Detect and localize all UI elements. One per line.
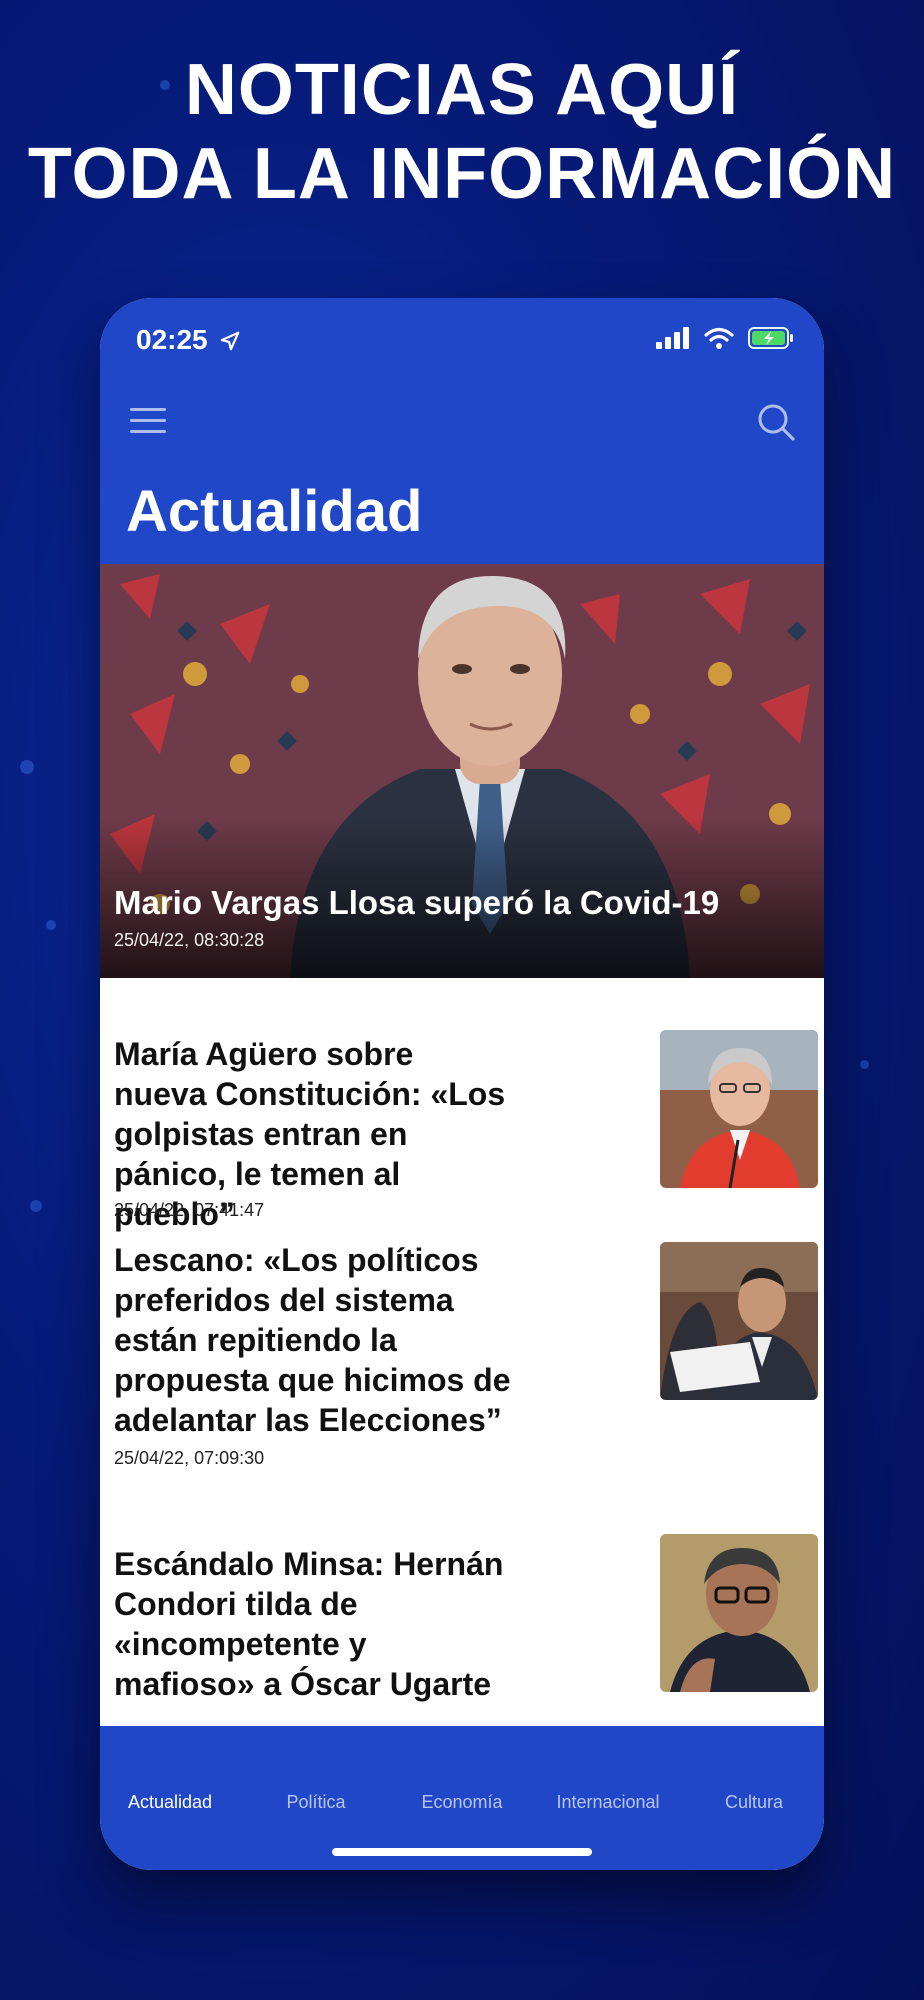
hero-article[interactable]: Mario Vargas Llosa superó la Covid-19 25…: [100, 564, 824, 978]
signal-bars-icon: [656, 327, 689, 349]
promo-headline-line2: TODA LA INFORMACIÓN: [27, 134, 897, 214]
list-item[interactable]: Escándalo Minsa: Hernán Condori tilda de…: [100, 1534, 824, 1726]
phone-screen: 02:25 Actualidad Mario Vargas Llosa supe…: [100, 298, 824, 1870]
app-header: 02:25 Actualidad: [100, 298, 824, 564]
tab-actualidad[interactable]: Actualidad: [100, 1792, 240, 1813]
status-icons: [656, 326, 794, 350]
list-item[interactable]: María Agüero sobre nueva Constitución: «…: [100, 978, 824, 1240]
battery-charging-icon: [748, 327, 793, 349]
article-list[interactable]: María Agüero sobre nueva Constitución: «…: [100, 978, 824, 1726]
wifi-icon: [704, 327, 734, 349]
tab-economia[interactable]: Economía: [392, 1792, 532, 1813]
background-dot: [46, 920, 56, 930]
article-thumbnail[interactable]: [660, 1242, 818, 1400]
article-date: 25/04/22, 07:09:30: [114, 1448, 265, 1468]
hero-title[interactable]: Mario Vargas Llosa superó la Covid-19: [114, 884, 719, 922]
status-time-text: 02:25: [136, 324, 208, 355]
search-icon[interactable]: [756, 402, 796, 442]
promo-headline: NOTICIAS AQUÍ TODA LA INFORMACIÓN: [0, 48, 924, 216]
article-thumbnail[interactable]: [660, 1534, 818, 1692]
article-date: 25/04/22, 07:41:47: [114, 1200, 265, 1220]
article-title[interactable]: Escándalo Minsa: Hernán Condori tilda de…: [114, 1544, 514, 1704]
tab-politica[interactable]: Política: [246, 1792, 386, 1813]
article-title[interactable]: Lescano: «Los políticos preferidos del s…: [114, 1240, 514, 1440]
tab-cultura[interactable]: Cultura: [684, 1792, 824, 1813]
background-dot: [860, 1060, 869, 1069]
status-time: 02:25: [136, 324, 241, 356]
background-dot: [30, 1200, 42, 1212]
list-item[interactable]: Lescano: «Los políticos preferidos del s…: [100, 1240, 824, 1544]
hamburger-menu-icon[interactable]: [130, 408, 166, 434]
home-indicator[interactable]: [332, 1848, 592, 1856]
page-title: Actualidad: [126, 479, 423, 544]
article-thumbnail[interactable]: [660, 1030, 818, 1188]
tab-internacional[interactable]: Internacional: [538, 1792, 678, 1813]
location-arrow-icon: [221, 331, 240, 351]
promo-headline-line1: NOTICIAS AQUÍ: [184, 50, 740, 130]
hero-date: 25/04/22, 08:30:28: [114, 930, 265, 950]
background-dot: [20, 760, 34, 774]
